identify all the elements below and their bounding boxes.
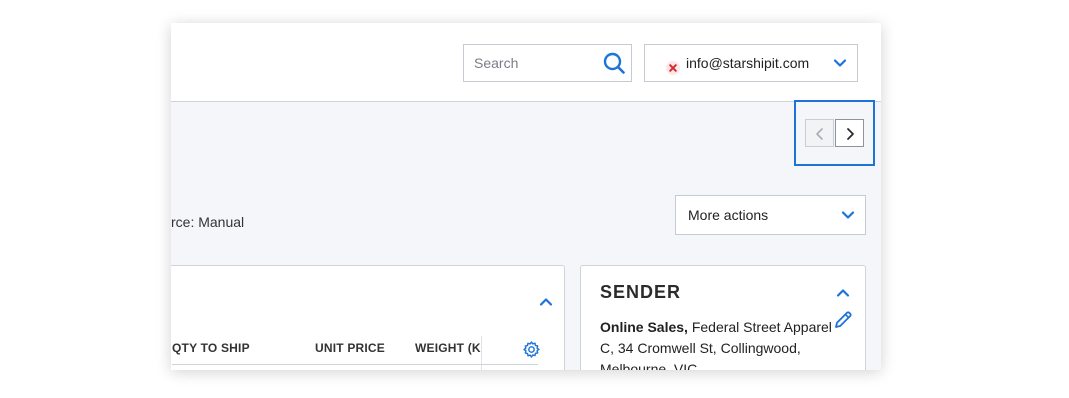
- account-email: info@starshipit.com: [686, 55, 810, 71]
- gear-icon[interactable]: [522, 340, 541, 359]
- chevron-up-icon[interactable]: [836, 288, 850, 298]
- items-panel: QTY TO SHIP UNIT PRICE WEIGHT (KG): [171, 265, 565, 370]
- chevron-up-icon[interactable]: [539, 297, 553, 307]
- record-pager: [805, 119, 866, 149]
- search-box[interactable]: [463, 44, 632, 82]
- sender-panel: SENDER Online Sales, Federal Street Appa…: [580, 265, 866, 370]
- top-header: info@starshipit.com: [171, 23, 881, 102]
- x-icon: [666, 61, 680, 75]
- account-dropdown[interactable]: info@starshipit.com: [644, 44, 858, 82]
- sender-name: Online Sales,: [600, 319, 688, 335]
- sender-title: SENDER: [600, 282, 682, 302]
- app-window: info@starshipit.com rce: Manual More act…: [171, 23, 881, 370]
- chevron-down-icon: [841, 211, 855, 219]
- pencil-icon[interactable]: [833, 310, 853, 330]
- chevron-left-icon: [816, 128, 823, 140]
- more-actions-dropdown[interactable]: More actions: [675, 195, 866, 235]
- column-header-unit-price[interactable]: UNIT PRICE: [315, 341, 385, 355]
- chevron-right-icon: [847, 128, 854, 140]
- previous-button[interactable]: [805, 119, 834, 147]
- sender-address: Online Sales, Federal Street Apparel C, …: [600, 317, 832, 370]
- chevron-down-icon: [833, 59, 847, 67]
- search-icon[interactable]: [603, 52, 625, 74]
- more-actions-label: More actions: [688, 207, 769, 223]
- table-header-rule: [172, 364, 538, 365]
- column-header-weight[interactable]: WEIGHT (KG): [415, 341, 481, 355]
- next-button[interactable]: [835, 119, 864, 147]
- column-header-qty-to-ship[interactable]: QTY TO SHIP: [172, 341, 250, 355]
- search-input[interactable]: [464, 45, 604, 81]
- order-source: rce: Manual: [171, 214, 245, 230]
